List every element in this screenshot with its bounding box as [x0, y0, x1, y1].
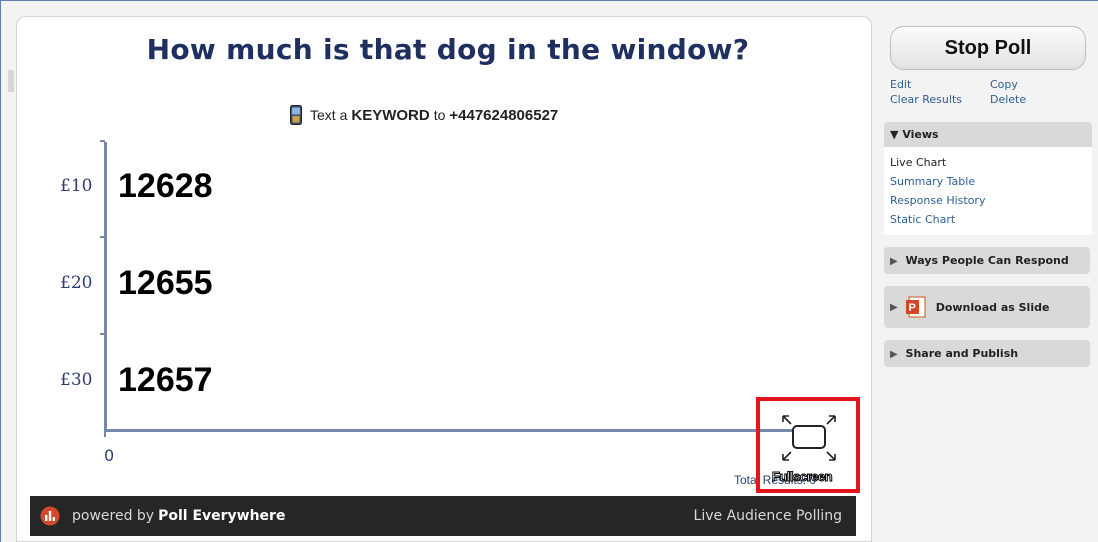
share-publish-label: Share and Publish — [905, 347, 1019, 360]
download-slide-label: Download as Slide — [935, 300, 1050, 314]
view-live-chart: Live Chart — [890, 156, 947, 169]
fullscreen-highlight — [756, 397, 860, 493]
svg-text:P: P — [908, 302, 915, 314]
stop-poll-button[interactable]: Stop Poll — [890, 26, 1086, 70]
left-edge-tab — [8, 70, 14, 92]
download-slide-panel[interactable]: ▶ P Download as Slide — [884, 286, 1090, 328]
instructions-middle: to — [433, 107, 446, 123]
bar-data-label: 12628 — [118, 167, 213, 205]
delete-link[interactable]: Delete — [990, 93, 1090, 106]
footer-branding[interactable]: powered by Poll Everywhere — [40, 506, 285, 526]
powerpoint-icon: P — [905, 296, 926, 318]
poll-everywhere-logo-icon — [40, 506, 60, 526]
views-header-label: Views — [902, 128, 939, 141]
poll-footer: powered by Poll Everywhere Live Audience… — [30, 496, 856, 536]
views-panel-header[interactable]: ▼ Views — [884, 122, 1092, 147]
collapsed-triangle-icon: ▶ — [890, 349, 898, 360]
poll-sidebar: Stop Poll Edit Copy Clear Results Delete… — [884, 26, 1092, 367]
y-tick — [100, 140, 105, 142]
instructions-keyword: KEYWORD — [351, 106, 430, 124]
ways-respond-label: Ways People Can Respond — [905, 254, 1069, 267]
instructions-phone: +447624806527 — [449, 106, 559, 124]
x-tick-label: 0 — [104, 446, 115, 465]
category-label: £20 — [60, 273, 93, 293]
collapsed-triangle-icon: ▶ — [890, 256, 898, 267]
x-tick — [104, 431, 106, 437]
category-label: £30 — [60, 370, 93, 390]
instructions-prefix: Text a — [310, 107, 348, 123]
clear-results-link[interactable]: Clear Results — [890, 93, 990, 106]
mobile-phone-icon — [290, 105, 302, 125]
bar-data-label: 12657 — [118, 361, 213, 399]
bar-data-label: 12655 — [118, 264, 213, 302]
y-tick — [100, 236, 105, 238]
share-publish-panel[interactable]: ▶ Share and Publish — [884, 340, 1090, 367]
edit-link[interactable]: Edit — [890, 78, 990, 91]
category-label: £10 — [60, 176, 93, 196]
chart-x-axis — [104, 429, 794, 432]
ways-respond-panel[interactable]: ▶ Ways People Can Respond — [884, 247, 1090, 274]
poll-title: How much is that dog in the window? — [146, 33, 750, 66]
powered-by-label: powered by — [72, 508, 155, 524]
views-panel-body: Live Chart Summary Table Response Histor… — [884, 147, 1092, 235]
view-static-chart[interactable]: Static Chart — [890, 210, 1086, 229]
expanded-triangle-icon: ▼ — [890, 128, 899, 141]
collapsed-triangle-icon: ▶ — [890, 301, 898, 313]
poll-actions: Edit Copy Clear Results Delete — [890, 78, 1090, 106]
chart-y-axis — [104, 142, 107, 432]
view-summary-table[interactable]: Summary Table — [890, 172, 1086, 191]
views-panel: ▼ Views Live Chart Summary Table Respons… — [884, 122, 1092, 235]
text-instructions: Text a KEYWORD to +447624806527 — [290, 105, 558, 125]
copy-link[interactable]: Copy — [990, 78, 1090, 91]
brand-name: Poll Everywhere — [158, 508, 286, 524]
footer-tagline: Live Audience Polling — [693, 508, 842, 524]
y-tick — [100, 333, 105, 335]
view-response-history[interactable]: Response History — [890, 191, 1086, 210]
